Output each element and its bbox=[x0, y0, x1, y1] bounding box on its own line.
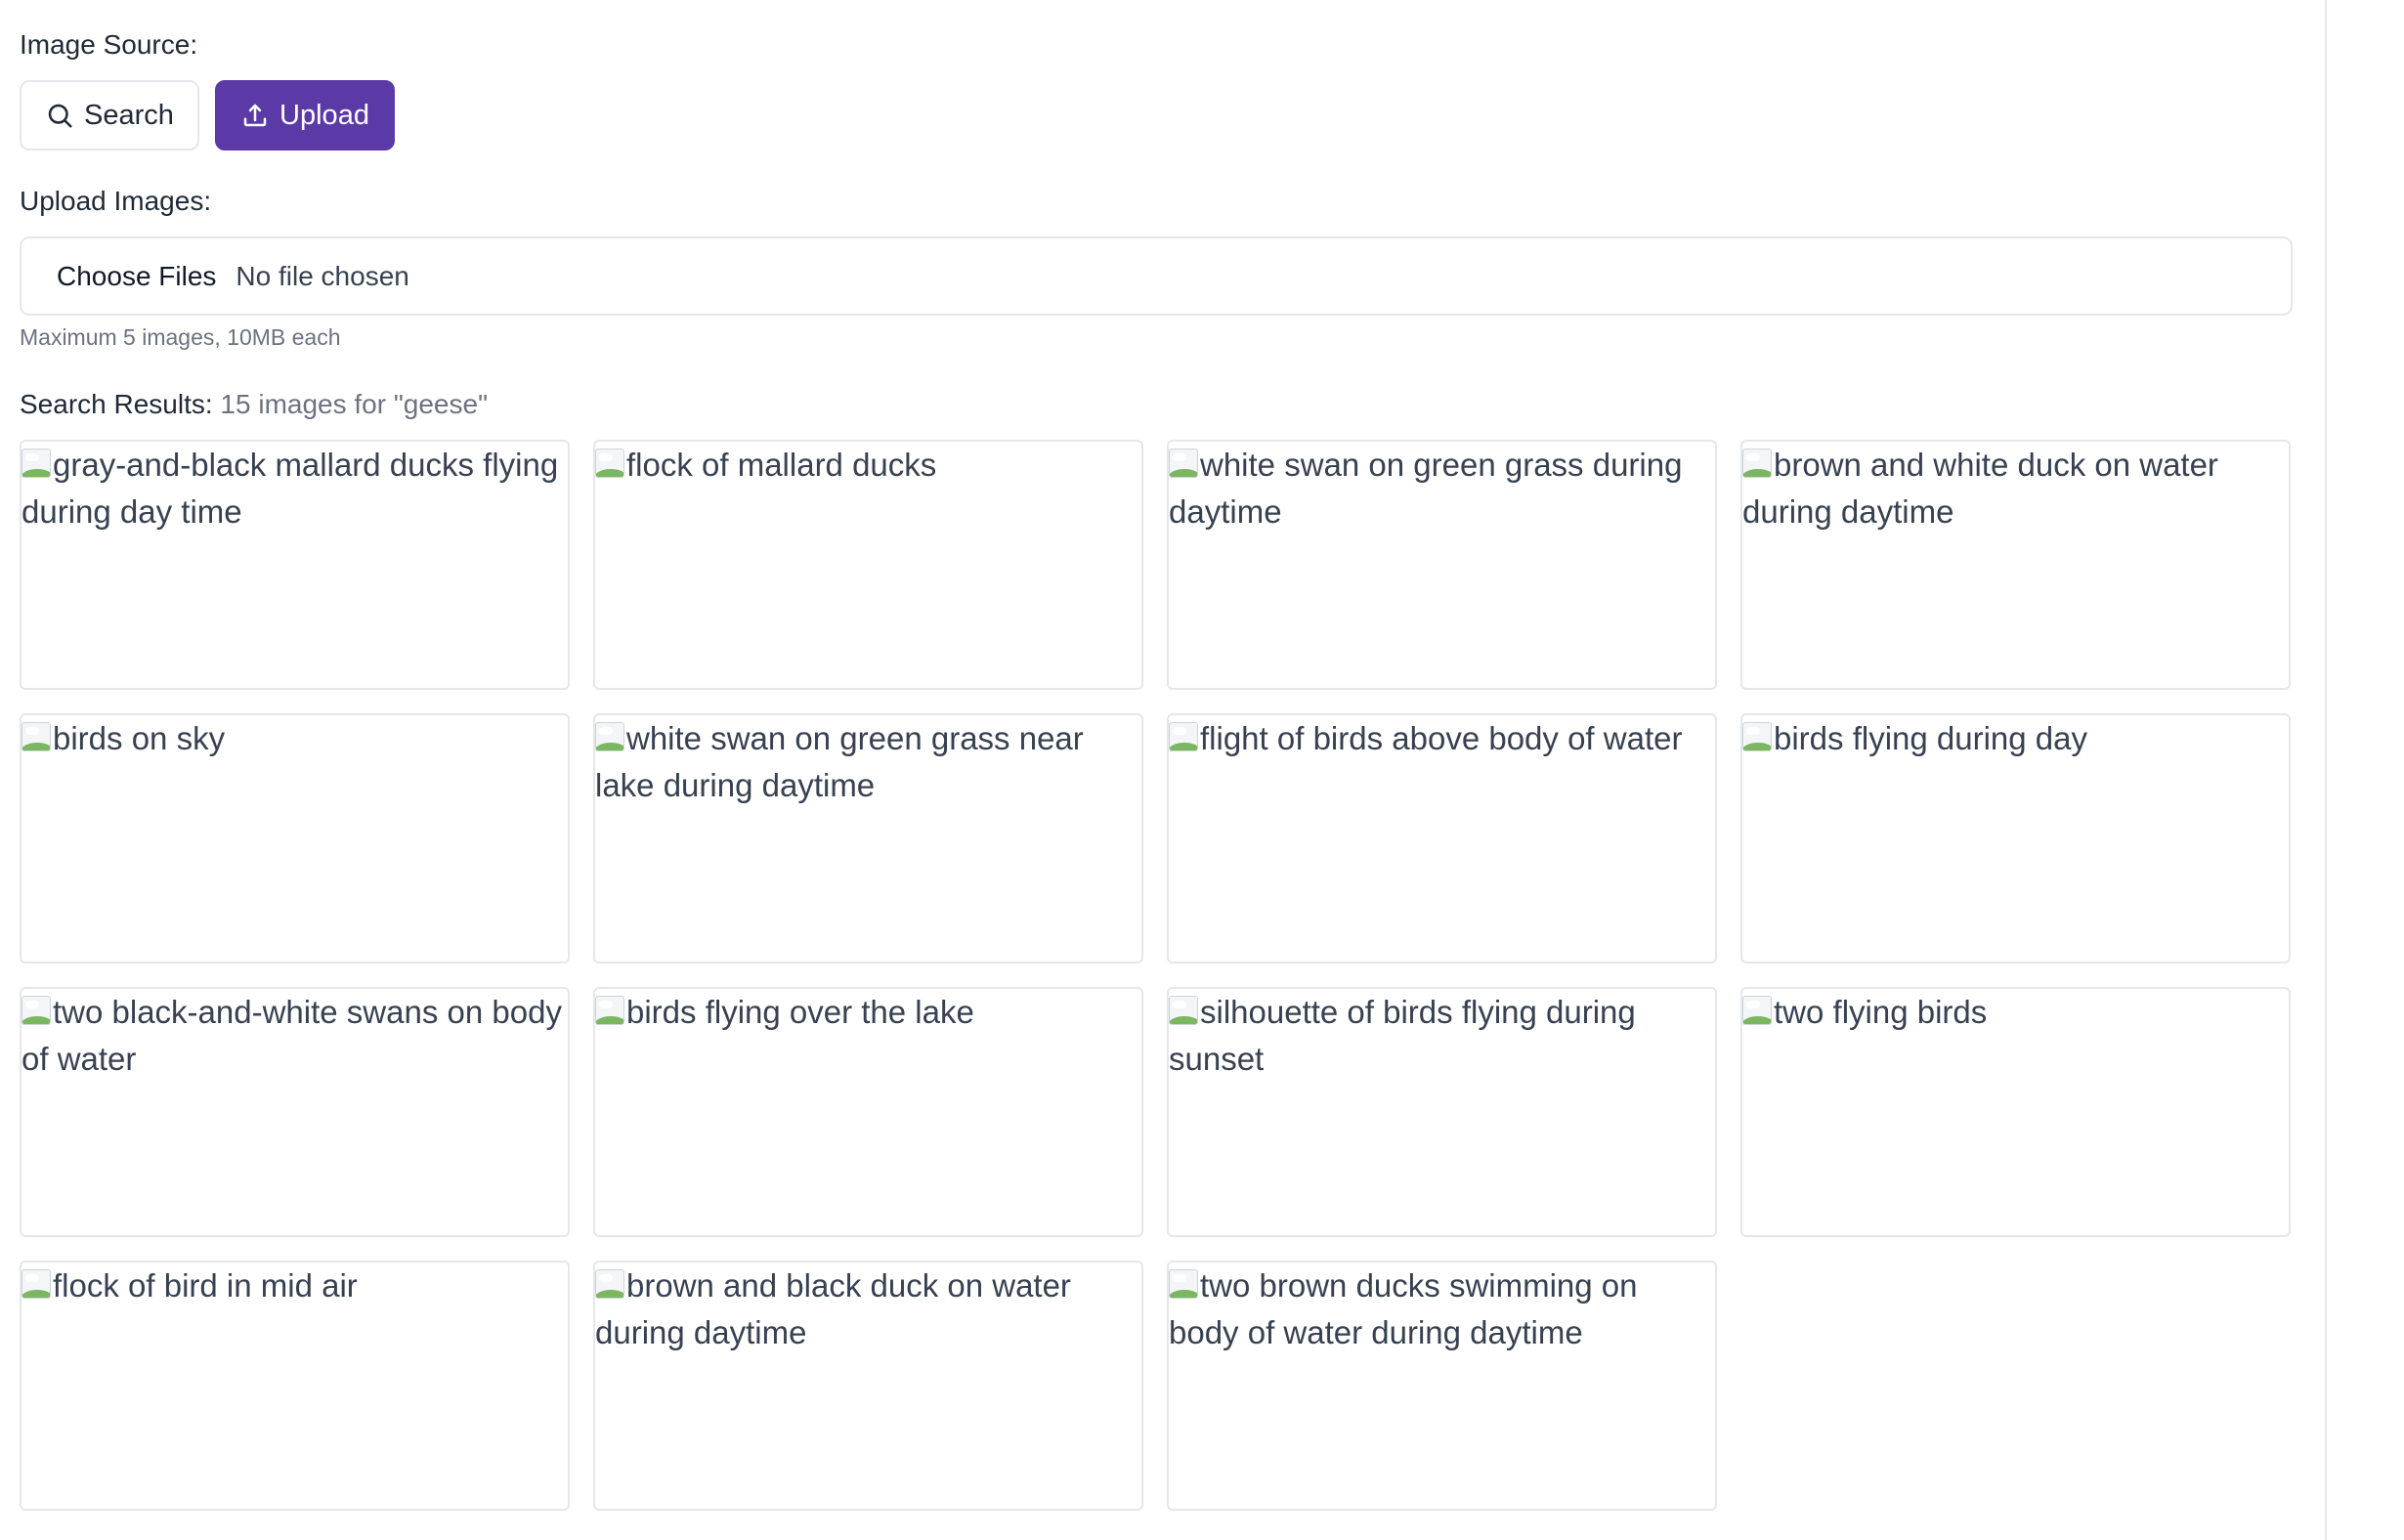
image-alt-text: two flying birds bbox=[1774, 994, 1988, 1030]
upload-hint: Maximum 5 images, 10MB each bbox=[20, 324, 341, 350]
upload-icon bbox=[243, 104, 267, 127]
search-results-heading: Search Results: 15 images for "geese" bbox=[20, 389, 488, 420]
image-alt-text: brown and white duck on water during day… bbox=[1742, 447, 2218, 530]
image-result-card[interactable]: gray-and-black mallard ducks flying duri… bbox=[20, 440, 570, 690]
image-result-card[interactable]: flock of mallard ducks bbox=[593, 440, 1143, 690]
upload-button-label: Upload bbox=[279, 99, 369, 131]
image-result-card[interactable]: two black-and-white swans on body of wat… bbox=[20, 987, 570, 1237]
search-button-label: Search bbox=[84, 99, 174, 131]
broken-image-icon bbox=[1742, 996, 1772, 1025]
search-icon bbox=[48, 104, 72, 128]
image-result-card[interactable]: white swan on green grass during daytime bbox=[1167, 440, 1717, 690]
image-alt-text: birds on sky bbox=[53, 720, 226, 756]
image-result-card[interactable]: silhouette of birds flying during sunset bbox=[1167, 987, 1717, 1237]
broken-image-icon bbox=[21, 996, 51, 1025]
broken-image-icon bbox=[595, 1269, 624, 1299]
image-result-card[interactable]: birds flying during day bbox=[1740, 713, 2291, 963]
image-result-card[interactable]: brown and black duck on water during day… bbox=[593, 1261, 1143, 1511]
image-result-card[interactable]: brown and white duck on water during day… bbox=[1740, 440, 2291, 690]
image-alt-text: white swan on green grass during daytime bbox=[1169, 447, 1683, 530]
image-alt-text: flock of mallard ducks bbox=[626, 447, 937, 483]
image-alt-text: silhouette of birds flying during sunset bbox=[1169, 994, 1636, 1077]
image-alt-text: flight of birds above body of water bbox=[1200, 720, 1683, 756]
image-alt-text: birds flying over the lake bbox=[626, 994, 974, 1030]
broken-image-icon bbox=[21, 722, 51, 751]
broken-image-icon bbox=[1742, 722, 1772, 751]
image-result-card[interactable]: flight of birds above body of water bbox=[1167, 713, 1717, 963]
search-source-button[interactable]: Search bbox=[20, 80, 199, 150]
image-alt-text: flock of bird in mid air bbox=[53, 1267, 358, 1304]
image-alt-text: two brown ducks swimming on body of wate… bbox=[1169, 1267, 1638, 1350]
image-picker-panel: Image Source: Search Upload Upload Image… bbox=[0, 0, 2327, 1540]
image-result-card[interactable]: white swan on green grass near lake duri… bbox=[593, 713, 1143, 963]
search-results-label: Search Results: bbox=[20, 389, 213, 419]
image-alt-text: gray-and-black mallard ducks flying duri… bbox=[21, 447, 559, 530]
image-result-card[interactable]: birds flying over the lake bbox=[593, 987, 1143, 1237]
broken-image-icon bbox=[1169, 722, 1198, 751]
broken-image-icon bbox=[1742, 449, 1772, 478]
broken-image-icon bbox=[21, 449, 51, 478]
upload-source-button[interactable]: Upload bbox=[215, 80, 395, 150]
broken-image-icon bbox=[1169, 1269, 1198, 1299]
broken-image-icon bbox=[1169, 449, 1198, 478]
image-alt-text: white swan on green grass near lake duri… bbox=[595, 720, 1084, 803]
image-results-grid: gray-and-black mallard ducks flying duri… bbox=[20, 440, 2293, 1511]
file-input[interactable]: Choose Files No file chosen bbox=[20, 236, 2293, 316]
image-result-card[interactable]: flock of bird in mid air bbox=[20, 1261, 570, 1511]
upload-images-label: Upload Images: bbox=[20, 186, 212, 216]
image-result-card[interactable]: two brown ducks swimming on body of wate… bbox=[1167, 1261, 1717, 1511]
image-alt-text: birds flying during day bbox=[1774, 720, 2088, 756]
broken-image-icon bbox=[595, 722, 624, 751]
broken-image-icon bbox=[595, 449, 624, 478]
image-alt-text: brown and black duck on water during day… bbox=[595, 1267, 1071, 1350]
broken-image-icon bbox=[21, 1269, 51, 1299]
image-result-card[interactable]: birds on sky bbox=[20, 713, 570, 963]
image-result-card[interactable]: two flying birds bbox=[1740, 987, 2291, 1237]
choose-files-button[interactable]: Choose Files bbox=[57, 261, 216, 292]
search-results-count: 15 images for "geese" bbox=[220, 389, 489, 419]
image-source-label: Image Source: bbox=[20, 29, 198, 60]
broken-image-icon bbox=[1169, 996, 1198, 1025]
image-alt-text: two black-and-white swans on body of wat… bbox=[21, 994, 562, 1077]
broken-image-icon bbox=[595, 996, 624, 1025]
file-status-text: No file chosen bbox=[236, 260, 409, 291]
